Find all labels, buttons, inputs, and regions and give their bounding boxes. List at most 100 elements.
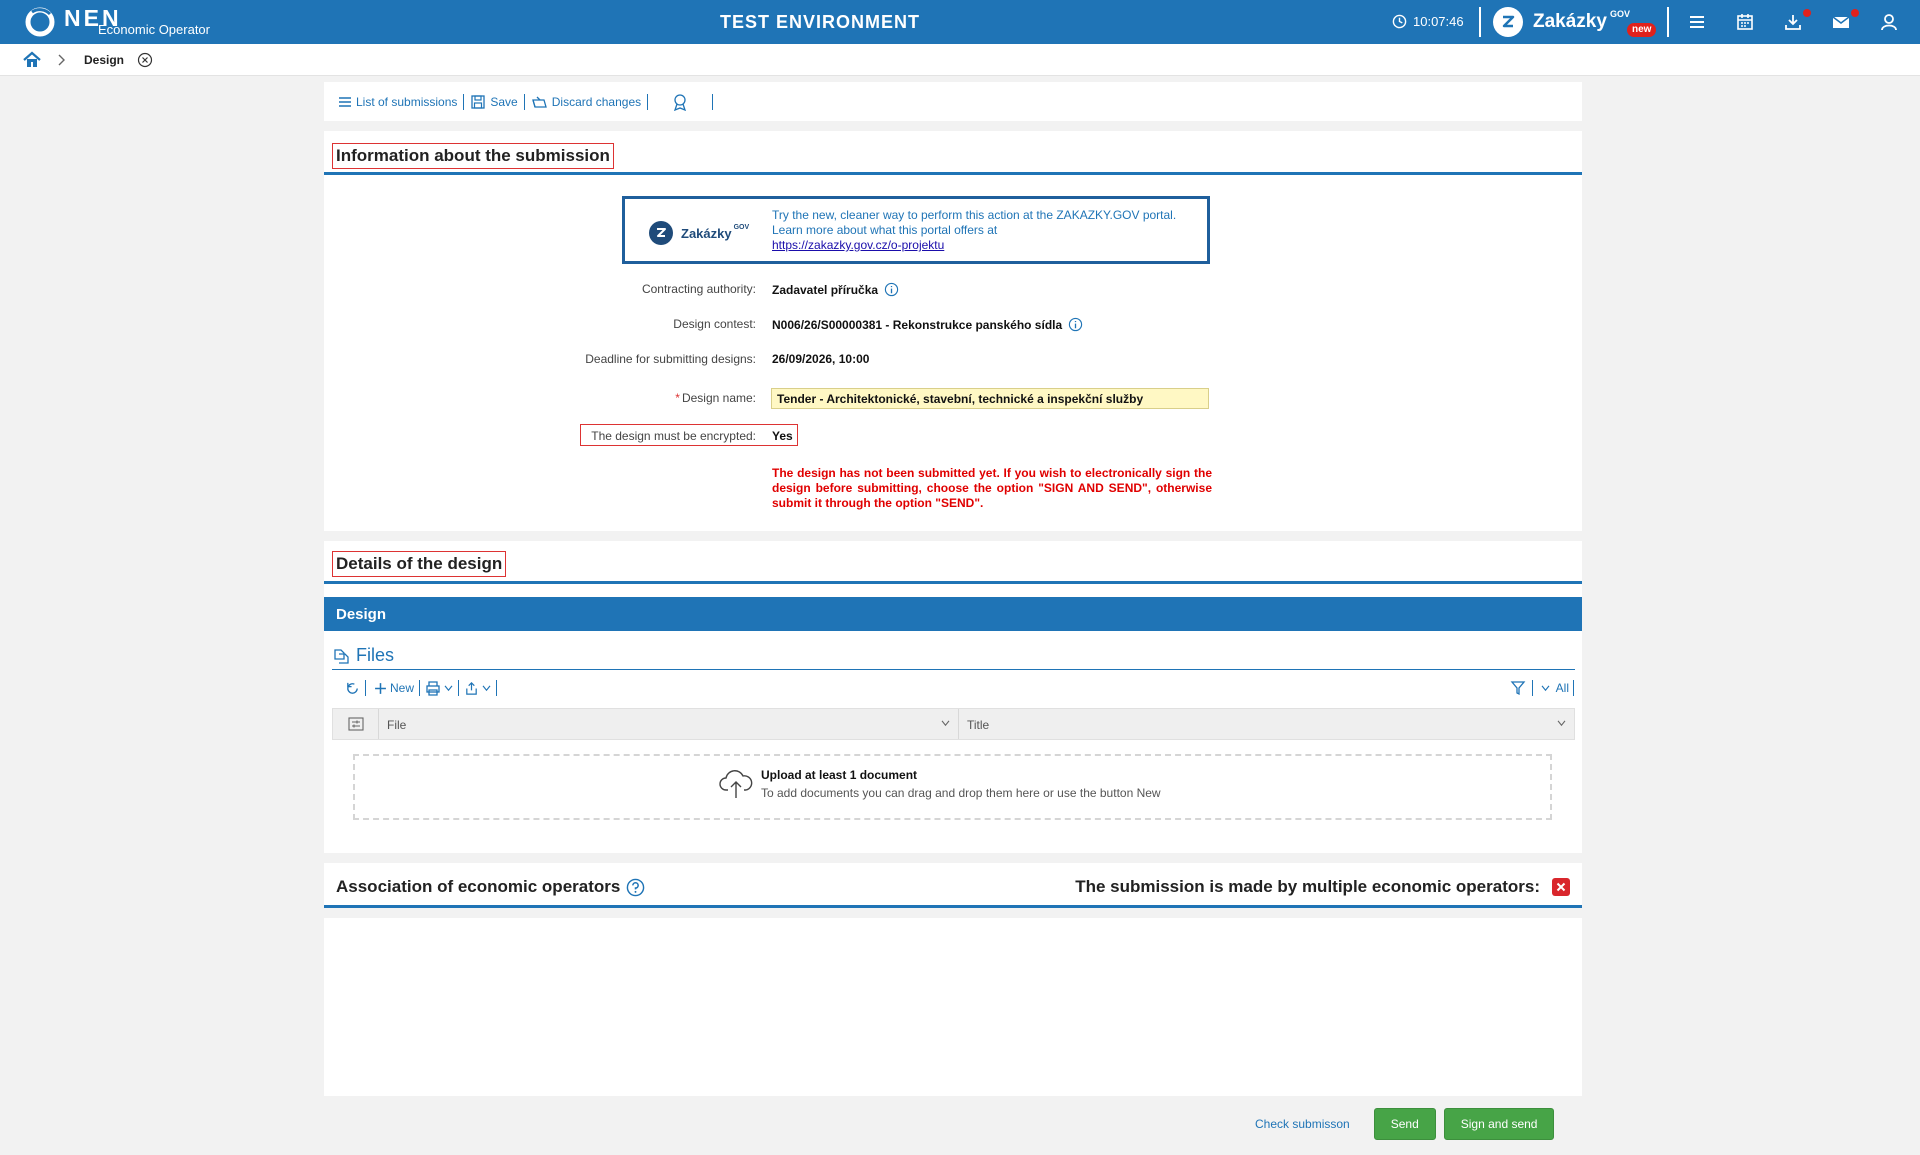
- save-button[interactable]: Save: [464, 94, 523, 110]
- section-underline: [324, 905, 1582, 908]
- check-submission-button[interactable]: Check submisson: [1255, 1117, 1350, 1131]
- section-underline: [324, 581, 1582, 584]
- authority-value: Zadavatel příručka: [772, 282, 879, 297]
- column-sort-icon: [1557, 720, 1566, 727]
- breadcrumb-current: Design: [84, 53, 125, 67]
- submission-info-panel: Information about the submission Zakázky…: [324, 131, 1582, 531]
- print-button[interactable]: [420, 680, 458, 696]
- authority-value-wrap: Zadavatel příručka: [772, 282, 899, 297]
- files-filter-toolbar: All: [1504, 680, 1574, 696]
- contest-value: N006/26/S00000381 - Rekonstrukce panskéh…: [772, 317, 1063, 332]
- download-notification-dot: [1803, 9, 1811, 17]
- cloud-upload-icon: [719, 770, 753, 798]
- zakazky-banner-icon: [649, 221, 673, 245]
- file-dropzone[interactable]: Upload at least 1 document To add docume…: [353, 754, 1552, 820]
- encrypted-label: The design must be encrypted:: [591, 429, 756, 443]
- zakazky-banner-logo: Zakázky GOV: [649, 221, 749, 245]
- session-clock: 10:07:46: [1392, 14, 1464, 29]
- files-title: Files: [356, 645, 395, 665]
- association-content-area: [324, 918, 1582, 1096]
- banner-text: Try the new, cleaner way to perform this…: [772, 208, 1176, 253]
- dropdown-arrow-icon: [1541, 685, 1550, 691]
- user-icon[interactable]: [1879, 12, 1899, 32]
- export-icon: [466, 681, 477, 695]
- header-divider: [1479, 7, 1481, 37]
- section-title-details: Details of the design: [332, 551, 507, 577]
- zakazky-gov-label: GOV: [1609, 9, 1630, 19]
- contest-value-wrap: N006/26/S00000381 - Rekonstrukce panskéh…: [772, 317, 1083, 332]
- field-row-deadline: Deadline for submitting designs: 26/09/2…: [324, 349, 1582, 369]
- new-file-label: New: [390, 681, 415, 695]
- column-title-label: Title: [967, 718, 990, 732]
- certificate-button[interactable]: [648, 93, 712, 111]
- banner-link[interactable]: https://zakazky.gov.cz/o-projektu: [772, 238, 1176, 253]
- discard-changes-label: Discard changes: [551, 94, 642, 109]
- filter-button[interactable]: [1504, 680, 1532, 696]
- column-header-title[interactable]: Title: [959, 709, 1574, 739]
- contest-label: Design contest:: [673, 317, 756, 331]
- encrypted-value: Yes: [772, 429, 793, 443]
- top-bar: NEN Economic Operator TEST ENVIRONMENT 1…: [0, 0, 1920, 44]
- field-row-authority: Contracting authority: Zadavatel příručk…: [324, 279, 1582, 299]
- calendar-icon[interactable]: [1735, 12, 1755, 32]
- award-icon: [674, 93, 687, 111]
- design-name-input[interactable]: Tender - Architektonické, stavební, tech…: [771, 388, 1209, 409]
- association-panel: Association of economic operators The su…: [324, 863, 1582, 908]
- deadline-value: 26/09/2026, 10:00: [772, 352, 870, 366]
- save-label: Save: [490, 94, 518, 109]
- mail-icon[interactable]: [1831, 12, 1851, 32]
- files-grid-header: File Title: [332, 708, 1575, 740]
- column-file-label: File: [387, 718, 407, 732]
- toolbar-divider: [496, 680, 498, 696]
- close-tab-icon[interactable]: [137, 52, 153, 68]
- filter-all-label: All: [1555, 681, 1569, 695]
- home-icon[interactable]: [22, 51, 42, 69]
- export-button[interactable]: [459, 681, 496, 696]
- files-underline: [332, 669, 1575, 670]
- deadline-label: Deadline for submitting designs:: [585, 352, 756, 366]
- list-of-submissions-button[interactable]: List of submissions: [332, 95, 463, 109]
- files-icon: [334, 648, 349, 664]
- field-row-design-name: * Design name: Tender - Architektonické, …: [324, 388, 1582, 409]
- sign-and-send-button[interactable]: Sign and send: [1443, 1108, 1555, 1140]
- field-row-contest: Design contest: N006/26/S00000381 - Reko…: [324, 314, 1582, 334]
- dropdown-arrow-icon: [444, 685, 453, 691]
- required-asterisk: *: [675, 391, 680, 405]
- list-icon: [339, 96, 351, 107]
- menu-icon[interactable]: [1687, 12, 1707, 32]
- list-of-submissions-label: List of submissions: [356, 94, 458, 109]
- discard-changes-button[interactable]: Discard changes: [525, 95, 647, 109]
- upload-subtitle: To add documents you can drag and drop t…: [761, 786, 1161, 800]
- design-subsection-bar: Design: [324, 597, 1582, 631]
- zakazky-banner-label: Zakázky: [681, 225, 732, 241]
- refresh-icon: [347, 682, 358, 694]
- download-icon[interactable]: [1783, 12, 1803, 32]
- info-icon[interactable]: [884, 282, 899, 297]
- section-title-info: Information about the submission: [332, 143, 614, 169]
- help-icon[interactable]: [626, 878, 645, 897]
- zakazky-portal-link[interactable]: Zakázky GOV: [1493, 7, 1630, 37]
- new-file-button[interactable]: New: [366, 681, 419, 695]
- submission-warning: The design has not been submitted yet. I…: [772, 466, 1212, 510]
- column-header-file[interactable]: File: [379, 709, 959, 739]
- design-name-label: Design name:: [681, 391, 756, 405]
- multiple-operators-label: The submission is made by multiple econo…: [1075, 877, 1540, 896]
- refresh-button[interactable]: [340, 681, 365, 696]
- design-name-label-wrap: * Design name:: [675, 391, 756, 405]
- banner-line-2: Learn more about what this portal offers…: [772, 223, 998, 237]
- column-settings-button[interactable]: [333, 709, 379, 739]
- association-title-wrap: Association of economic operators: [336, 877, 645, 897]
- multiple-operators-toggle[interactable]: [1552, 878, 1570, 896]
- filter-all-dropdown[interactable]: All: [1533, 681, 1573, 695]
- column-settings-icon: [347, 717, 364, 731]
- authority-label: Contracting authority:: [641, 282, 756, 296]
- chevron-right-icon: [58, 54, 65, 66]
- section-underline: [324, 172, 1582, 175]
- bottom-actions: Check submisson Send Sign and send: [1255, 1108, 1562, 1140]
- zakazky-banner-gov: GOV: [733, 223, 750, 231]
- info-icon[interactable]: [1068, 317, 1083, 332]
- filter-icon: [1510, 681, 1526, 696]
- zakazky-promo-banner: Zakázky GOV Try the new, cleaner way to …: [622, 196, 1210, 264]
- send-button[interactable]: Send: [1373, 1108, 1436, 1140]
- dropzone-text: Upload at least 1 document To add docume…: [761, 768, 1161, 800]
